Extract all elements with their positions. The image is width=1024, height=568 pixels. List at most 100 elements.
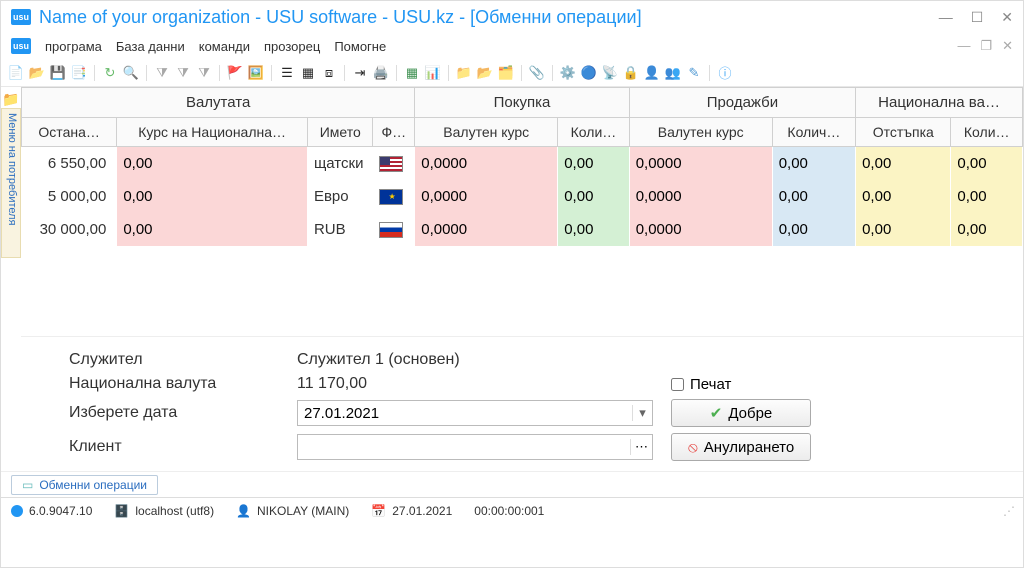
cell-buy-rate[interactable]: 0,0000: [415, 180, 558, 213]
cell-flag[interactable]: [373, 147, 415, 181]
menu-commands[interactable]: команди: [199, 39, 250, 54]
col-qty2[interactable]: Коли…: [951, 118, 1023, 147]
col-group-buy[interactable]: Покупка: [415, 88, 629, 118]
cell-discount[interactable]: 0,00: [856, 180, 951, 213]
cell-buy-qty[interactable]: 0,00: [558, 180, 629, 213]
cell-flag[interactable]: [373, 180, 415, 213]
col-flag[interactable]: Ф…: [373, 118, 415, 147]
color-icon[interactable]: 🔵: [580, 64, 598, 82]
cell-flag[interactable]: [373, 213, 415, 246]
table-row[interactable]: 30 000,000,00RUB0,00000,000,00000,000,00…: [22, 213, 1023, 246]
col-group-currency[interactable]: Валутата: [22, 88, 415, 118]
users-icon[interactable]: 👥: [664, 64, 682, 82]
folder-open-icon[interactable]: 📂: [476, 64, 494, 82]
lock-icon[interactable]: 🔒: [622, 64, 640, 82]
cell-discount[interactable]: 0,00: [856, 213, 951, 246]
child-restore-button[interactable]: ❐: [980, 38, 992, 54]
child-close-button[interactable]: ✕: [1002, 38, 1013, 54]
col-discount[interactable]: Отстъпка: [856, 118, 951, 147]
cell-sell-rate[interactable]: 0,0000: [629, 213, 772, 246]
col-remain[interactable]: Остана…: [22, 118, 117, 147]
cell-rate-nat[interactable]: 0,00: [117, 180, 308, 213]
filter2-icon[interactable]: ⧩: [174, 64, 192, 82]
dropdown-icon[interactable]: ▾: [632, 405, 652, 421]
cell-buy-rate[interactable]: 0,0000: [415, 147, 558, 181]
cell-buy-qty[interactable]: 0,00: [558, 213, 629, 246]
cell-buy-qty[interactable]: 0,00: [558, 147, 629, 181]
cell-name[interactable]: Евро: [307, 180, 373, 213]
folder-new-icon[interactable]: 📁: [455, 64, 473, 82]
print-icon[interactable]: 🖨️: [372, 64, 390, 82]
cell-remain[interactable]: 6 550,00: [22, 147, 117, 181]
list-icon[interactable]: ☰: [278, 64, 296, 82]
cell-name[interactable]: щатски: [307, 147, 373, 181]
maximize-button[interactable]: ☐: [971, 9, 984, 26]
tree-icon[interactable]: ⧈: [320, 64, 338, 82]
col-name[interactable]: Името: [307, 118, 373, 147]
col-rate-nat[interactable]: Курс на Национална…: [117, 118, 308, 147]
cell-sell-rate[interactable]: 0,0000: [629, 147, 772, 181]
excel-icon[interactable]: ▦: [403, 64, 421, 82]
rss-icon[interactable]: 📡: [601, 64, 619, 82]
filter-icon[interactable]: ⧩: [153, 64, 171, 82]
child-minimize-button[interactable]: —: [957, 38, 970, 54]
menu-window[interactable]: прозорец: [264, 39, 320, 54]
cell-sell-qty[interactable]: 0,00: [772, 147, 855, 181]
col-buy-rate[interactable]: Валутен курс: [415, 118, 558, 147]
col-group-natcur[interactable]: Национална ва…: [856, 88, 1023, 118]
filter3-icon[interactable]: ⧩: [195, 64, 213, 82]
refresh-icon[interactable]: ↻: [101, 64, 119, 82]
col-buy-qty[interactable]: Коли…: [558, 118, 629, 147]
cell-rate-nat[interactable]: 0,00: [117, 213, 308, 246]
cell-qty2[interactable]: 0,00: [951, 213, 1023, 246]
info-icon[interactable]: ⓘ: [716, 64, 734, 82]
image-icon[interactable]: 🖼️: [247, 64, 265, 82]
settings-icon[interactable]: ⚙️: [559, 64, 577, 82]
attach-icon[interactable]: 📎: [528, 64, 546, 82]
cell-remain[interactable]: 5 000,00: [22, 180, 117, 213]
cell-sell-qty[interactable]: 0,00: [772, 213, 855, 246]
tab-exchange[interactable]: ▭ Обменни операции: [11, 475, 158, 495]
cell-remain[interactable]: 30 000,00: [22, 213, 117, 246]
magic-icon[interactable]: ✎: [685, 64, 703, 82]
close-button[interactable]: ✕: [1001, 9, 1013, 26]
cell-qty2[interactable]: 0,00: [951, 180, 1023, 213]
user-menu-tab[interactable]: Меню на потребителя: [1, 108, 21, 258]
col-group-sell[interactable]: Продажби: [629, 88, 855, 118]
cell-sell-rate[interactable]: 0,0000: [629, 180, 772, 213]
minimize-button[interactable]: —: [939, 9, 953, 26]
table-row[interactable]: 6 550,000,00щатски0,00000,000,00000,000,…: [22, 147, 1023, 181]
cell-rate-nat[interactable]: 0,00: [117, 147, 308, 181]
col-sell-rate[interactable]: Валутен курс: [629, 118, 772, 147]
currency-grid[interactable]: Валутата Покупка Продажби Национална ва……: [21, 87, 1023, 246]
copy-icon[interactable]: 📑: [70, 64, 88, 82]
cell-qty2[interactable]: 0,00: [951, 147, 1023, 181]
new-icon[interactable]: 📄: [7, 64, 25, 82]
client-input[interactable]: ⋯: [297, 434, 653, 460]
col-sell-qty[interactable]: Колич…: [772, 118, 855, 147]
folder-close-icon[interactable]: 🗂️: [497, 64, 515, 82]
search-icon[interactable]: 🔍: [122, 64, 140, 82]
user-icon[interactable]: 👤: [643, 64, 661, 82]
cell-discount[interactable]: 0,00: [856, 147, 951, 181]
cell-name[interactable]: RUB: [307, 213, 373, 246]
ok-button[interactable]: ✔ Добре: [671, 399, 811, 427]
cell-sell-qty[interactable]: 0,00: [772, 180, 855, 213]
flag-icon[interactable]: 🚩: [226, 64, 244, 82]
print-checkbox-input[interactable]: [671, 378, 684, 391]
cell-buy-rate[interactable]: 0,0000: [415, 213, 558, 246]
card-icon[interactable]: ▦: [299, 64, 317, 82]
print-checkbox[interactable]: Печат: [671, 376, 731, 393]
browse-icon[interactable]: ⋯: [630, 439, 652, 455]
menu-help[interactable]: Помогне: [334, 39, 386, 54]
menu-program[interactable]: програма: [45, 39, 102, 54]
export-icon[interactable]: ⇥: [351, 64, 369, 82]
chart-icon[interactable]: 📊: [424, 64, 442, 82]
save-icon[interactable]: 💾: [49, 64, 67, 82]
table-row[interactable]: 5 000,000,00Евро0,00000,000,00000,000,00…: [22, 180, 1023, 213]
cancel-button[interactable]: ⦸ Анулирането: [671, 433, 811, 461]
menu-database[interactable]: База данни: [116, 39, 185, 54]
open-icon[interactable]: 📂: [28, 64, 46, 82]
date-combo[interactable]: 27.01.2021 ▾: [297, 400, 653, 426]
resize-grip-icon[interactable]: ⋰: [1003, 504, 1013, 518]
